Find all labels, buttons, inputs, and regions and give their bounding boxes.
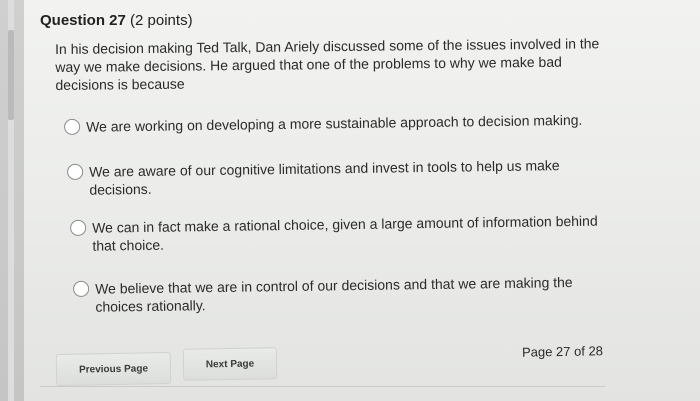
- left-sidebar: [0, 0, 24, 401]
- answer-option-label: We are aware of our cognitive limitation…: [89, 157, 560, 198]
- answer-option-3[interactable]: We can in fact make a rational choice, g…: [70, 212, 602, 255]
- answer-option-label: We are working on developing a more sust…: [86, 111, 583, 135]
- question-title: Question 27 (2 points): [40, 12, 193, 29]
- question-points: (2 points): [130, 12, 193, 29]
- answer-option-label: We can in fact make a rational choice, g…: [92, 212, 598, 254]
- radio-button-icon[interactable]: [67, 163, 84, 180]
- scrollbar-thumb[interactable]: [8, 30, 14, 120]
- next-page-button[interactable]: Next Page: [182, 347, 278, 381]
- divider: [40, 386, 605, 387]
- answer-option-4[interactable]: We believe that we are in control of our…: [73, 273, 605, 316]
- page-indicator: Page 27 of 28: [521, 343, 604, 360]
- answer-option-2[interactable]: We are aware of our cognitive limitation…: [67, 156, 599, 199]
- radio-button-icon[interactable]: [70, 219, 87, 236]
- answer-option-1[interactable]: We are working on developing a more sust…: [64, 111, 596, 136]
- answer-option-label: We believe that we are in control of our…: [95, 274, 573, 315]
- question-text: In his decision making Ted Talk, Dan Ari…: [55, 35, 600, 93]
- question-number: Question 27: [40, 12, 126, 29]
- radio-button-icon[interactable]: [73, 280, 90, 297]
- previous-page-button[interactable]: Previous Page: [55, 351, 172, 387]
- quiz-screen: Question 27 (2 points) In his decision m…: [0, 0, 700, 401]
- radio-button-icon[interactable]: [64, 118, 81, 135]
